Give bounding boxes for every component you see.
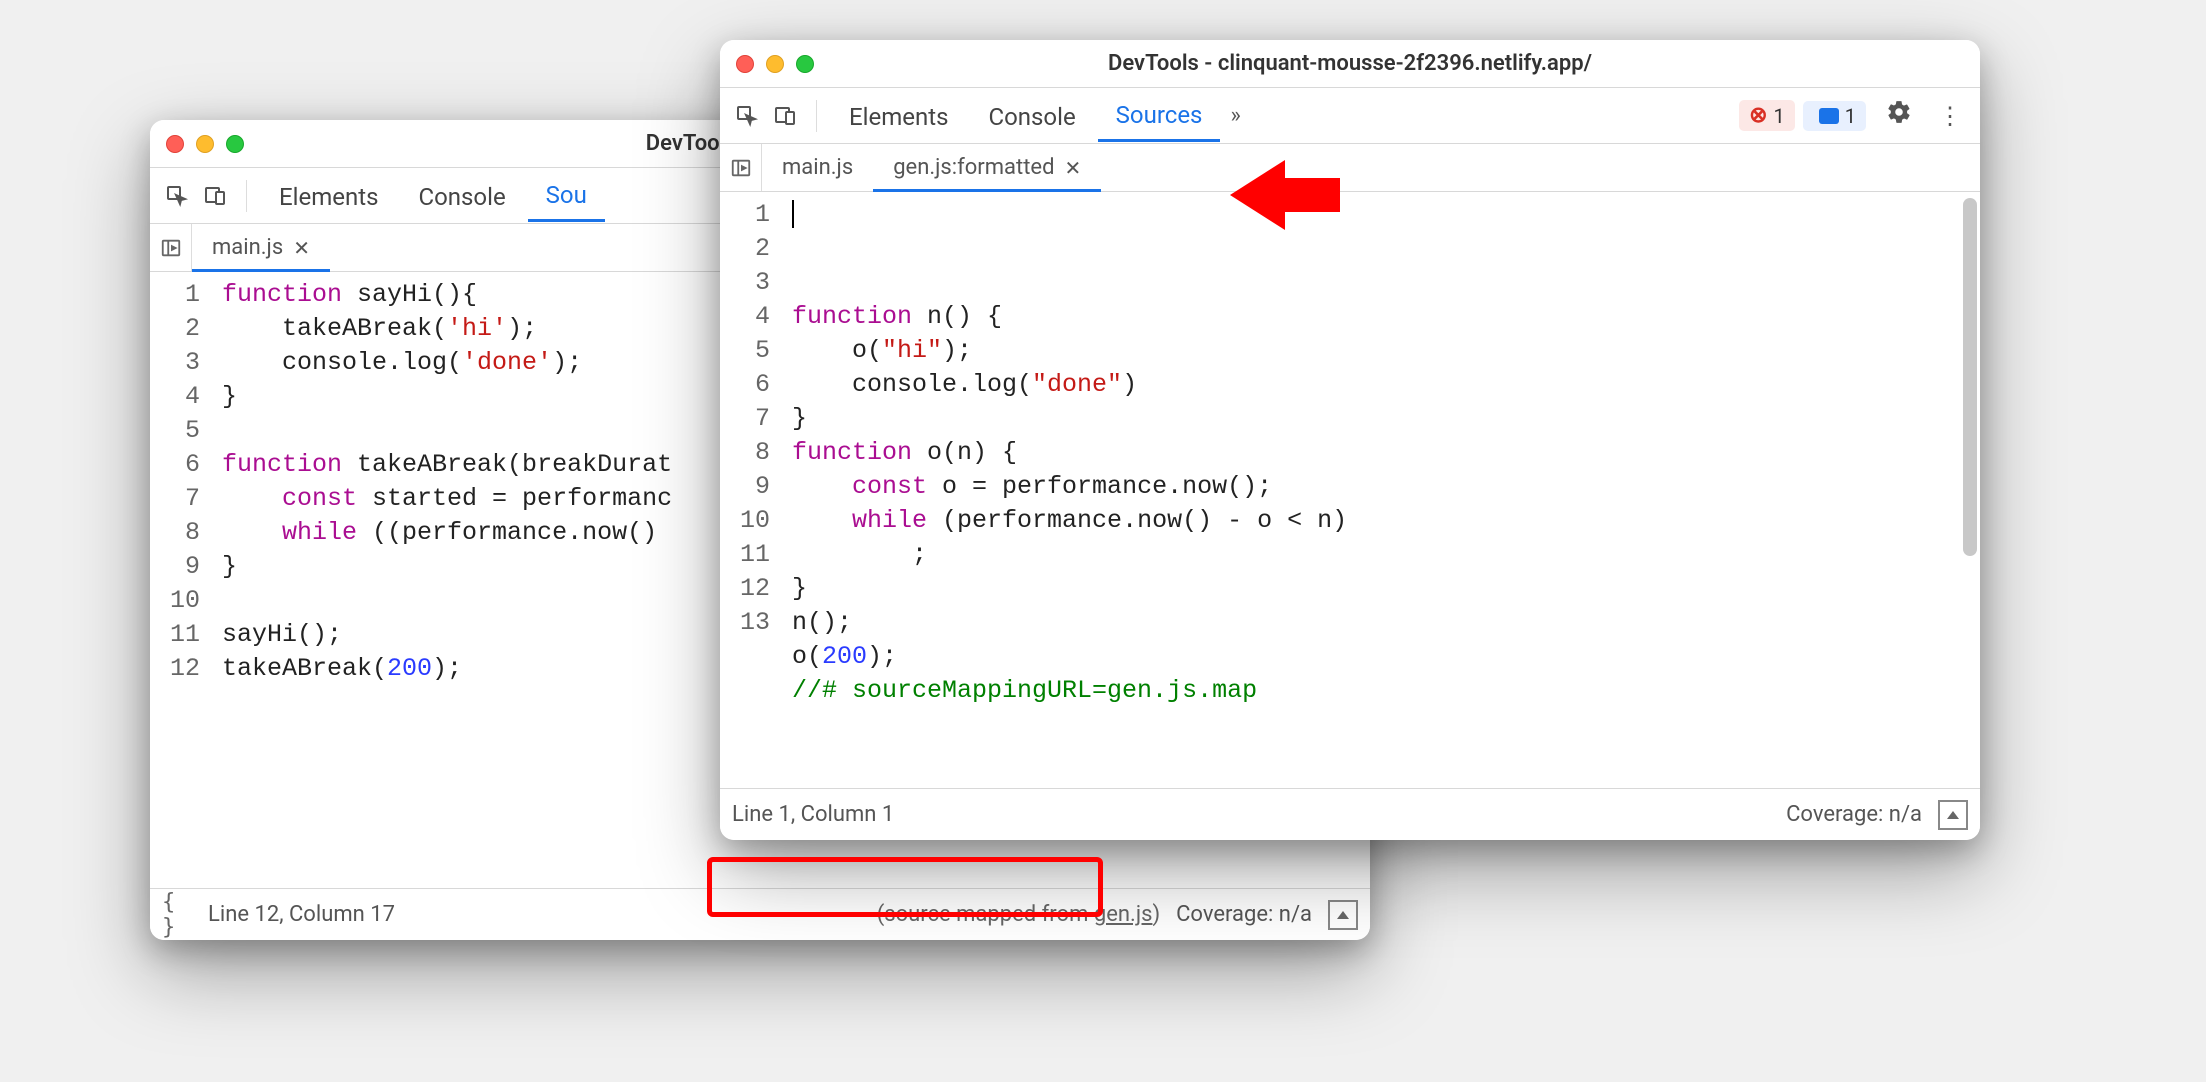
show-drawer-icon[interactable]: [1938, 800, 1968, 830]
file-tab-main-js[interactable]: main.js ✕: [192, 224, 330, 271]
settings-icon[interactable]: [1874, 99, 1924, 132]
inspect-element-icon[interactable]: [730, 99, 764, 133]
panel-tab-console[interactable]: Console: [400, 171, 523, 221]
statusbar: { } Line 12, Column 17 (source mapped fr…: [150, 888, 1370, 940]
file-tab-gen-js-formatted[interactable]: gen.js:formatted ✕: [873, 144, 1101, 191]
close-window-button[interactable]: [736, 55, 754, 73]
minimize-window-button[interactable]: [766, 55, 784, 73]
error-count-badge[interactable]: 1: [1739, 100, 1795, 131]
close-tab-icon[interactable]: ✕: [1064, 156, 1081, 180]
separator: [246, 180, 247, 212]
window-controls: [736, 55, 814, 73]
titlebar: DevTools - clinquant-mousse-2f2396.netli…: [720, 40, 1980, 88]
navigator-toggle-icon[interactable]: [720, 144, 762, 191]
message-count-badge[interactable]: 1: [1803, 101, 1866, 131]
window-title: DevTools - clinquant-mousse-2f2396.netli…: [720, 51, 1980, 76]
devtools-window-front: DevTools - clinquant-mousse-2f2396.netli…: [720, 40, 1980, 840]
show-drawer-icon[interactable]: [1328, 900, 1358, 930]
zoom-window-button[interactable]: [796, 55, 814, 73]
file-tabbar: main.js gen.js:formatted ✕: [720, 144, 1980, 192]
cursor: [792, 200, 794, 228]
cursor-position: Line 1, Column 1: [732, 802, 894, 827]
file-tab-label: main.js: [212, 235, 283, 260]
scrollbar-vertical[interactable]: [1963, 198, 1977, 556]
line-gutter: 12345678910111213: [720, 192, 788, 788]
code-content[interactable]: function n() { o("hi"); console.log("don…: [788, 192, 1980, 788]
window-controls: [166, 135, 244, 153]
coverage-label: Coverage: n/a: [1786, 802, 1922, 827]
file-tab-label: main.js: [782, 155, 853, 180]
panel-tab-elements[interactable]: Elements: [831, 91, 966, 141]
separator: [816, 100, 817, 132]
panel-tab-elements[interactable]: Elements: [261, 171, 396, 221]
navigator-toggle-icon[interactable]: [150, 224, 192, 271]
panel-tab-console[interactable]: Console: [970, 91, 1093, 141]
main-toolbar: Elements Console Sources » 1 1 ⋮: [720, 88, 1980, 144]
panel-tab-sources[interactable]: Sou: [528, 169, 605, 222]
file-tab-label: gen.js:formatted: [893, 155, 1054, 180]
message-icon: [1819, 108, 1839, 124]
error-count: 1: [1774, 104, 1785, 128]
pretty-print-icon[interactable]: { }: [162, 900, 192, 930]
zoom-window-button[interactable]: [226, 135, 244, 153]
code-editor[interactable]: 12345678910111213 function n() { o("hi")…: [720, 192, 1980, 788]
close-tab-icon[interactable]: ✕: [293, 236, 310, 260]
more-panels-icon[interactable]: »: [1224, 103, 1246, 128]
device-toggle-icon[interactable]: [768, 99, 802, 133]
source-mapped-link[interactable]: gen.js: [1094, 902, 1153, 927]
device-toggle-icon[interactable]: [198, 179, 232, 213]
line-gutter: 123456789101112: [150, 272, 218, 888]
more-menu-icon[interactable]: ⋮: [1928, 102, 1970, 130]
file-tab-main-js[interactable]: main.js: [762, 144, 873, 191]
close-window-button[interactable]: [166, 135, 184, 153]
coverage-label: Coverage: n/a: [1176, 902, 1312, 927]
minimize-window-button[interactable]: [196, 135, 214, 153]
panel-tab-sources[interactable]: Sources: [1098, 89, 1221, 142]
cursor-position: Line 12, Column 17: [208, 902, 395, 927]
message-count: 1: [1845, 104, 1856, 128]
source-mapped-label: (source mapped from gen.js): [877, 902, 1160, 927]
statusbar: Line 1, Column 1 Coverage: n/a: [720, 788, 1980, 840]
inspect-element-icon[interactable]: [160, 179, 194, 213]
